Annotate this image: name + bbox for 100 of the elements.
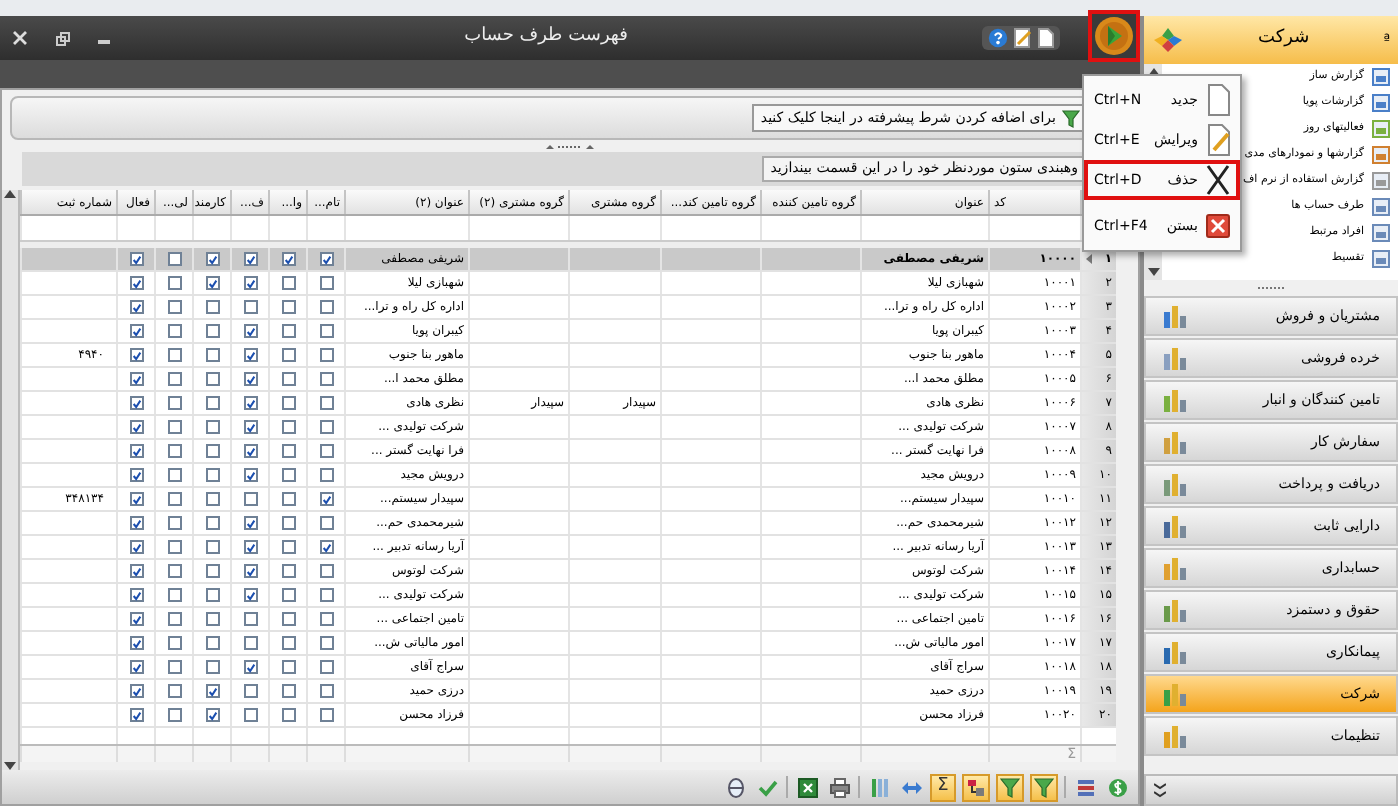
checkbox[interactable]: [243, 492, 257, 506]
checkbox[interactable]: [243, 636, 257, 650]
checkbox[interactable]: [167, 660, 181, 674]
checkbox[interactable]: [129, 276, 143, 290]
checkbox[interactable]: [281, 468, 295, 482]
checkbox[interactable]: [281, 684, 295, 698]
checkbox[interactable]: [281, 564, 295, 578]
checkbox[interactable]: [129, 636, 143, 650]
checkbox[interactable]: [243, 252, 257, 266]
checkbox[interactable]: [319, 636, 333, 650]
checkbox[interactable]: [281, 636, 295, 650]
checkbox[interactable]: [319, 492, 333, 506]
checkbox[interactable]: [129, 540, 143, 554]
checkbox[interactable]: [243, 324, 257, 338]
checkbox[interactable]: [167, 516, 181, 530]
checkbox[interactable]: [243, 396, 257, 410]
checkbox[interactable]: [281, 540, 295, 554]
checkbox[interactable]: [205, 636, 219, 650]
checkbox[interactable]: [129, 348, 143, 362]
checkbox[interactable]: [167, 348, 181, 362]
checkbox[interactable]: [205, 420, 219, 434]
scroll-up-icon[interactable]: [4, 190, 16, 198]
checkbox[interactable]: [319, 372, 333, 386]
checkbox[interactable]: [319, 420, 333, 434]
checkbox[interactable]: [167, 420, 181, 434]
checkbox[interactable]: [243, 564, 257, 578]
checkbox[interactable]: [205, 612, 219, 626]
checkbox[interactable]: [319, 468, 333, 482]
checkbox[interactable]: [167, 612, 181, 626]
checkbox[interactable]: [205, 516, 219, 530]
checkbox[interactable]: [243, 684, 257, 698]
checkbox[interactable]: [319, 540, 333, 554]
checkbox[interactable]: [167, 540, 181, 554]
checkbox[interactable]: [281, 612, 295, 626]
checkbox[interactable]: [205, 540, 219, 554]
checkbox[interactable]: [205, 372, 219, 386]
checkbox[interactable]: [319, 252, 333, 266]
checkbox[interactable]: [319, 660, 333, 674]
checkbox[interactable]: [319, 276, 333, 290]
checkbox[interactable]: [129, 396, 143, 410]
toolbar-button[interactable]: [1030, 773, 1058, 801]
toolbar-button[interactable]: [962, 773, 990, 801]
toolbar-button[interactable]: [996, 773, 1024, 801]
close-icon[interactable]: [12, 30, 28, 46]
checkbox[interactable]: [205, 564, 219, 578]
checkbox[interactable]: [319, 300, 333, 314]
document-icon[interactable]: [1038, 28, 1054, 48]
checkbox[interactable]: [281, 324, 295, 338]
checkbox[interactable]: [243, 276, 257, 290]
toolbar-button[interactable]: [826, 773, 852, 801]
checkbox[interactable]: [243, 300, 257, 314]
checkbox[interactable]: [319, 396, 333, 410]
checkbox[interactable]: [205, 660, 219, 674]
checkbox[interactable]: [167, 252, 181, 266]
checkbox[interactable]: [205, 300, 219, 314]
checkbox[interactable]: [281, 348, 295, 362]
checkbox[interactable]: [129, 468, 143, 482]
checkbox[interactable]: [167, 468, 181, 482]
checkbox[interactable]: [243, 348, 257, 362]
scroll-down-icon[interactable]: [1147, 268, 1159, 276]
checkbox[interactable]: [243, 516, 257, 530]
checkbox[interactable]: [319, 444, 333, 458]
help-icon[interactable]: [988, 28, 1008, 48]
checkbox[interactable]: [281, 276, 295, 290]
checkbox[interactable]: [281, 660, 295, 674]
checkbox[interactable]: [129, 324, 143, 338]
checkbox[interactable]: [129, 492, 143, 506]
checkbox[interactable]: [129, 660, 143, 674]
checkbox[interactable]: [129, 564, 143, 578]
checkbox[interactable]: [281, 252, 295, 266]
checkbox[interactable]: [167, 636, 181, 650]
checkbox[interactable]: [281, 492, 295, 506]
checkbox[interactable]: [129, 372, 143, 386]
checkbox[interactable]: [281, 444, 295, 458]
checkbox[interactable]: [129, 684, 143, 698]
checkbox[interactable]: [167, 396, 181, 410]
checkbox[interactable]: [205, 588, 219, 602]
checkbox[interactable]: [319, 708, 333, 722]
checkbox[interactable]: [243, 468, 257, 482]
checkbox[interactable]: [167, 684, 181, 698]
checkbox[interactable]: [129, 300, 143, 314]
checkbox[interactable]: [205, 396, 219, 410]
checkbox[interactable]: [243, 660, 257, 674]
checkbox[interactable]: [243, 420, 257, 434]
checkbox[interactable]: [281, 396, 295, 410]
checkbox[interactable]: [167, 300, 181, 314]
checkbox[interactable]: [319, 684, 333, 698]
checkbox[interactable]: [243, 444, 257, 458]
checkbox[interactable]: [281, 516, 295, 530]
checkbox[interactable]: [205, 444, 219, 458]
checkbox[interactable]: [205, 348, 219, 362]
checkbox[interactable]: [167, 588, 181, 602]
checkbox[interactable]: [167, 276, 181, 290]
edit-icon[interactable]: [1014, 28, 1032, 48]
checkbox[interactable]: [129, 252, 143, 266]
checkbox[interactable]: [281, 588, 295, 602]
checkbox[interactable]: [129, 612, 143, 626]
checkbox[interactable]: [205, 252, 219, 266]
scrollbar[interactable]: [2, 190, 20, 770]
checkbox[interactable]: [243, 372, 257, 386]
